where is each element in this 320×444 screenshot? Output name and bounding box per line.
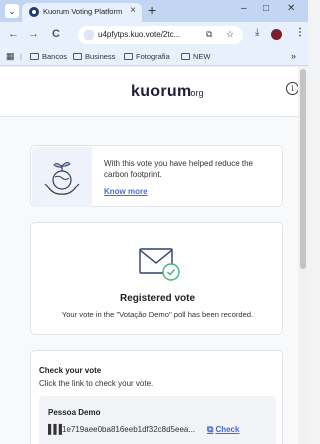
kuorum-logo[interactable]: kuorum bbox=[131, 83, 191, 101]
bookmark-folder-new[interactable]: NEW bbox=[181, 52, 211, 61]
maximize-button[interactable]: □ bbox=[263, 3, 269, 14]
check-link-label: Check bbox=[215, 425, 240, 434]
new-tab-button[interactable]: + bbox=[148, 2, 156, 18]
page-scrollbar[interactable] bbox=[298, 67, 308, 444]
folder-icon bbox=[124, 53, 133, 60]
reload-button[interactable]: C bbox=[52, 28, 60, 40]
envelope-check-icon bbox=[139, 248, 180, 281]
browser-tab[interactable]: Kuorum Voting Platform × bbox=[22, 3, 142, 22]
tab-title: Kuorum Voting Platform bbox=[43, 7, 123, 16]
vote-receipt-box: Pessoa Demo ▌▌▌ 1e719aee0ba816eeb1df32c8… bbox=[39, 396, 276, 444]
registered-vote-title: Registered vote bbox=[119, 293, 196, 304]
browser-menu-icon[interactable]: ⋮ bbox=[295, 27, 305, 38]
check-vote-card: Check your vote Click the link to check … bbox=[30, 350, 283, 444]
profile-avatar[interactable] bbox=[271, 29, 282, 40]
close-window-button[interactable]: ✕ bbox=[287, 3, 295, 14]
kuorum-logo-suffix: .org bbox=[188, 88, 204, 98]
voter-name: Pessoa Demo bbox=[48, 408, 101, 417]
know-more-link[interactable]: Know more bbox=[104, 187, 148, 196]
bookmark-folder-bancos[interactable]: Bancos bbox=[30, 52, 67, 61]
check-vote-title: Check your vote bbox=[39, 366, 102, 375]
folder-icon bbox=[73, 53, 82, 60]
minimize-button[interactable]: – bbox=[241, 3, 247, 14]
external-link-icon: ⧉ bbox=[207, 424, 214, 434]
browser-tab-bar: ⌄ Kuorum Voting Platform × + – □ ✕ bbox=[0, 0, 308, 22]
registered-vote-message: Your vote in the "Votação Demo" poll has… bbox=[61, 310, 254, 319]
carbon-footprint-text: With this vote you have helped reduce th… bbox=[104, 159, 253, 179]
apps-grid-icon[interactable]: ▦ bbox=[6, 51, 15, 62]
bookmarks-overflow-button[interactable]: » bbox=[291, 51, 296, 61]
globe-plant-icon bbox=[44, 162, 80, 195]
folder-icon bbox=[181, 53, 190, 60]
address-url[interactable]: u4pfytps.kuo.vote/2tc... bbox=[98, 30, 180, 39]
bookmarks-bar: ▦ | Bancos Business Fotografia NEW » bbox=[0, 48, 308, 66]
back-button[interactable]: ← bbox=[8, 28, 19, 40]
open-in-app-icon[interactable]: ⧉ bbox=[206, 29, 212, 40]
bookmark-folder-fotografia[interactable]: Fotografia bbox=[124, 52, 170, 61]
check-vote-subtitle: Click the link to check your vote. bbox=[39, 379, 154, 388]
bookmark-star-icon[interactable]: ☆ bbox=[226, 29, 234, 40]
bookmark-divider: | bbox=[20, 52, 22, 61]
download-icon[interactable]: ⤓ bbox=[255, 27, 259, 38]
site-info-icon[interactable] bbox=[84, 30, 94, 40]
folder-icon bbox=[30, 53, 39, 60]
browser-toolbar: ← → C u4pfytps.kuo.vote/2tc... ⧉ ☆ ⤓ ⋮ bbox=[0, 22, 308, 48]
forward-button[interactable]: → bbox=[28, 28, 39, 40]
app-header: kuorum .org i bbox=[0, 67, 299, 117]
kuorum-favicon-icon bbox=[29, 7, 39, 17]
scrollbar-thumb[interactable] bbox=[300, 69, 306, 269]
tab-search-icon[interactable]: ⌄ bbox=[5, 4, 19, 18]
check-vote-link[interactable]: ⧉ Check bbox=[207, 424, 239, 435]
registered-vote-card: Registered vote Your vote in the "Votaçã… bbox=[30, 222, 283, 335]
tab-close-icon[interactable]: × bbox=[130, 5, 136, 16]
address-bar[interactable]: u4pfytps.kuo.vote/2tc... ⧉ ☆ bbox=[78, 26, 243, 44]
page-content: kuorum .org i With this vote you have he… bbox=[0, 67, 299, 444]
eco-illustration bbox=[32, 147, 92, 207]
carbon-footprint-card: With this vote you have helped reduce th… bbox=[30, 145, 283, 207]
vote-hash: 1e719aee0ba816eeb1df32c8d5eea... bbox=[62, 425, 196, 434]
bookmark-folder-business[interactable]: Business bbox=[73, 52, 115, 61]
